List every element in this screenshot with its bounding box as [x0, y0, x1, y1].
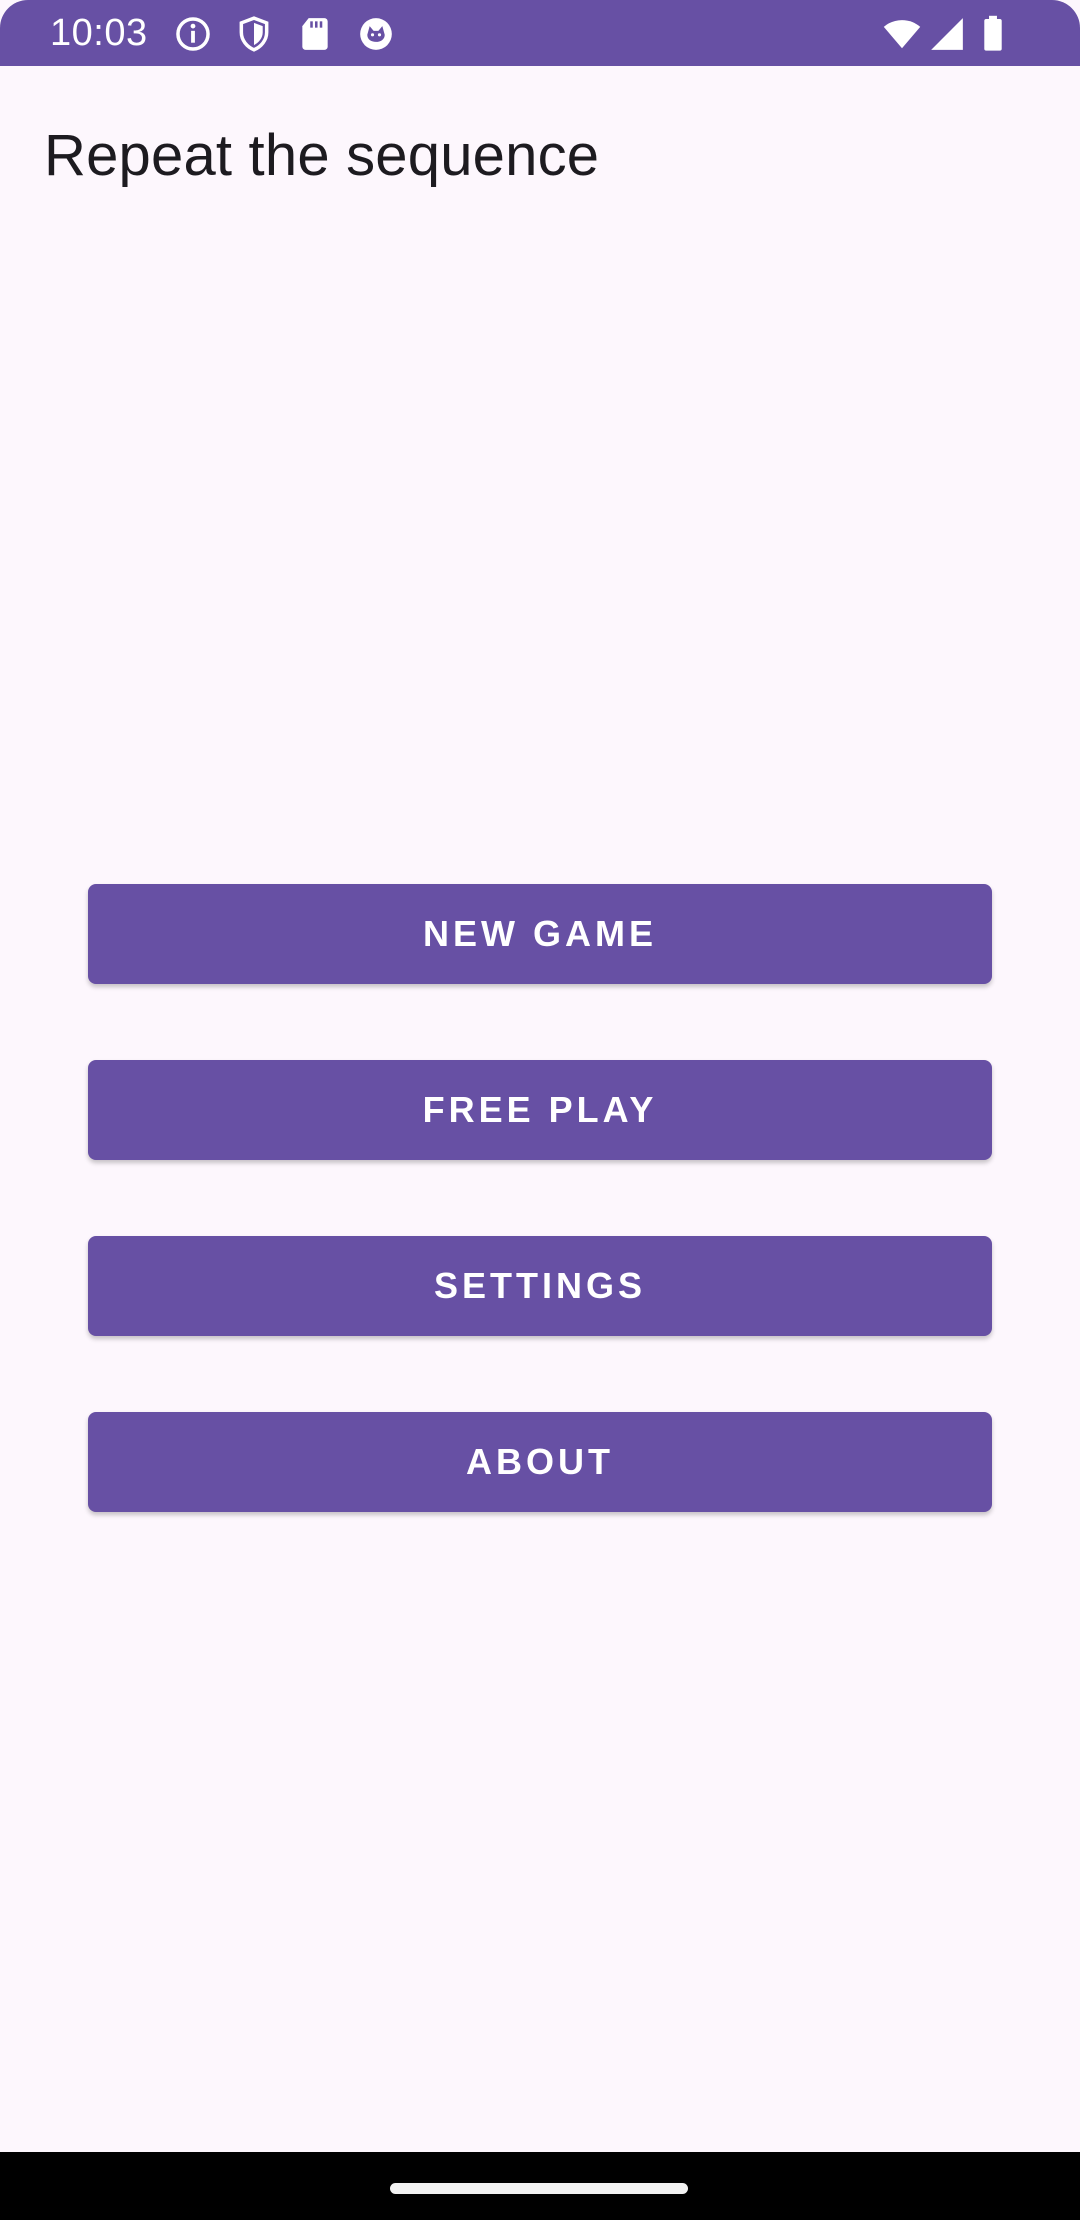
status-bar: 10:03 — [0, 0, 1080, 66]
info-icon — [174, 15, 212, 53]
about-button[interactable]: ABOUT — [88, 1412, 992, 1512]
main-menu: NEW GAME FREE PLAY SETTINGS ABOUT — [88, 884, 992, 1588]
new-game-button[interactable]: NEW GAME — [88, 884, 992, 984]
home-gesture-handle[interactable] — [390, 2183, 688, 2194]
status-time: 10:03 — [50, 12, 148, 54]
page-title: Repeat the sequence — [44, 123, 600, 188]
cat-face-icon — [357, 15, 395, 53]
cell-signal-icon — [928, 15, 966, 53]
sd-card-icon — [296, 15, 334, 53]
battery-icon — [978, 15, 1008, 53]
wifi-icon — [880, 15, 924, 53]
shield-icon — [235, 15, 273, 53]
free-play-button[interactable]: FREE PLAY — [88, 1060, 992, 1160]
settings-button[interactable]: SETTINGS — [88, 1236, 992, 1336]
